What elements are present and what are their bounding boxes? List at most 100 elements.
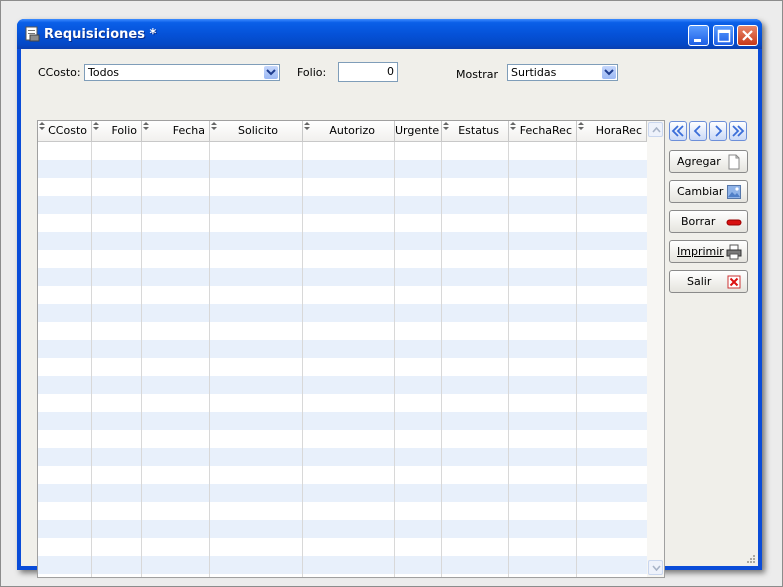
table-row[interactable] [38, 232, 647, 250]
agregar-label: Agregar [677, 155, 721, 168]
last-record-button[interactable] [729, 121, 747, 141]
table-row[interactable] [38, 358, 647, 376]
table-row[interactable] [38, 304, 647, 322]
maximize-button[interactable] [713, 25, 734, 46]
table-row[interactable] [38, 286, 647, 304]
sort-icon [578, 122, 584, 130]
table-row[interactable] [38, 268, 647, 286]
next-record-button[interactable] [709, 121, 727, 141]
imprimir-button[interactable]: Imprimir [669, 240, 748, 263]
minimize-icon [694, 39, 701, 42]
column-header-label: Folio [111, 124, 137, 137]
table-row[interactable] [38, 448, 647, 466]
column-header-label: CCosto [48, 124, 87, 137]
table-row[interactable] [38, 160, 647, 178]
table-row[interactable] [38, 502, 647, 520]
requisiciones-window: Requisiciones * CCosto: Todos Folio: 0 M… [17, 19, 762, 578]
table-row[interactable] [38, 376, 647, 394]
column-divider [508, 142, 509, 577]
table-row[interactable] [38, 466, 647, 484]
column-divider [209, 142, 210, 577]
first-record-button[interactable] [669, 121, 687, 141]
folio-label: Folio: [297, 66, 327, 79]
column-divider [441, 142, 442, 577]
salir-button[interactable]: Salir [669, 270, 748, 293]
scroll-down-button[interactable] [648, 560, 663, 575]
table-row[interactable] [38, 394, 647, 412]
agregar-button[interactable]: Agregar [669, 150, 748, 173]
column-header-label: Estatus [458, 124, 499, 137]
column-header-label: Fecha [172, 124, 205, 137]
column-header-horarec[interactable]: HoraRec [577, 121, 647, 141]
column-header-urgente[interactable]: Urgente [395, 121, 442, 141]
table-row[interactable] [38, 412, 647, 430]
column-header-label: Autorizo [329, 124, 375, 137]
last-record-icon [732, 125, 745, 137]
column-header-solicito[interactable]: Solicito [210, 121, 303, 141]
window-title: Requisiciones * [44, 27, 157, 42]
table-row[interactable] [38, 196, 647, 214]
chevron-down-icon[interactable] [264, 66, 278, 79]
close-button[interactable] [737, 25, 758, 46]
sort-icon [443, 122, 449, 130]
column-header-folio[interactable]: Folio [92, 121, 142, 141]
sort-icon [304, 122, 310, 130]
chevron-up-icon [652, 127, 661, 133]
column-header-fecha[interactable]: Fecha [142, 121, 210, 141]
ccosto-combo[interactable]: Todos [84, 64, 280, 81]
sort-icon [93, 122, 99, 130]
previous-record-button[interactable] [689, 121, 707, 141]
edit-picture-icon [726, 184, 742, 200]
table-row[interactable] [38, 520, 647, 538]
grid-header: CCosto Folio Fecha Solicito Autorizo Urg… [38, 121, 647, 142]
column-divider [394, 142, 395, 577]
chevron-down-icon[interactable] [602, 66, 616, 79]
salir-label: Salir [687, 275, 712, 288]
column-divider [91, 142, 92, 577]
requisiciones-grid[interactable]: CCosto Folio Fecha Solicito Autorizo Urg… [37, 120, 665, 578]
column-header-label: HoraRec [595, 124, 642, 137]
scroll-up-button[interactable] [648, 122, 663, 137]
ccosto-value: Todos [88, 66, 120, 79]
client-area: CCosto: Todos Folio: 0 Mostrar Surtidas … [21, 49, 758, 578]
grid-body[interactable] [38, 142, 647, 577]
column-header-autorizo[interactable]: Autorizo [303, 121, 395, 141]
table-row[interactable] [38, 556, 647, 574]
table-row[interactable] [38, 322, 647, 340]
minimize-button[interactable] [688, 25, 709, 46]
column-divider [141, 142, 142, 577]
sort-icon [211, 122, 217, 130]
sort-icon [510, 122, 516, 130]
column-header-label: Urgente [395, 124, 440, 137]
column-header-ccosto[interactable]: CCosto [38, 121, 92, 141]
mostrar-combo[interactable]: Surtidas [507, 64, 618, 81]
table-row[interactable] [38, 340, 647, 358]
table-row[interactable] [38, 178, 647, 196]
title-bar[interactable]: Requisiciones * [17, 19, 762, 49]
imprimir-label: Imprimir [677, 245, 724, 258]
column-header-fecharec[interactable]: FechaRec [509, 121, 577, 141]
red-x-icon [726, 274, 742, 290]
table-row[interactable] [38, 250, 647, 268]
resize-grip-icon[interactable] [746, 554, 756, 564]
mostrar-value: Surtidas [511, 66, 557, 79]
borrar-button[interactable]: Borrar [669, 210, 748, 233]
column-divider [576, 142, 577, 577]
table-row[interactable] [38, 430, 647, 448]
previous-record-icon [693, 125, 701, 137]
column-header-label: FechaRec [519, 124, 572, 137]
column-header-estatus[interactable]: Estatus [442, 121, 509, 141]
sort-icon [143, 122, 149, 130]
cambiar-button[interactable]: Cambiar [669, 180, 748, 203]
borrar-label: Borrar [681, 215, 716, 228]
folio-field[interactable]: 0 [338, 62, 398, 82]
table-row[interactable] [38, 214, 647, 232]
vertical-scrollbar[interactable] [647, 121, 664, 577]
table-row[interactable] [38, 538, 647, 556]
sort-icon [39, 122, 45, 130]
red-minus-icon [726, 214, 742, 230]
close-icon [742, 30, 753, 41]
table-row[interactable] [38, 484, 647, 502]
table-row[interactable] [38, 142, 647, 160]
first-record-icon [671, 125, 684, 137]
